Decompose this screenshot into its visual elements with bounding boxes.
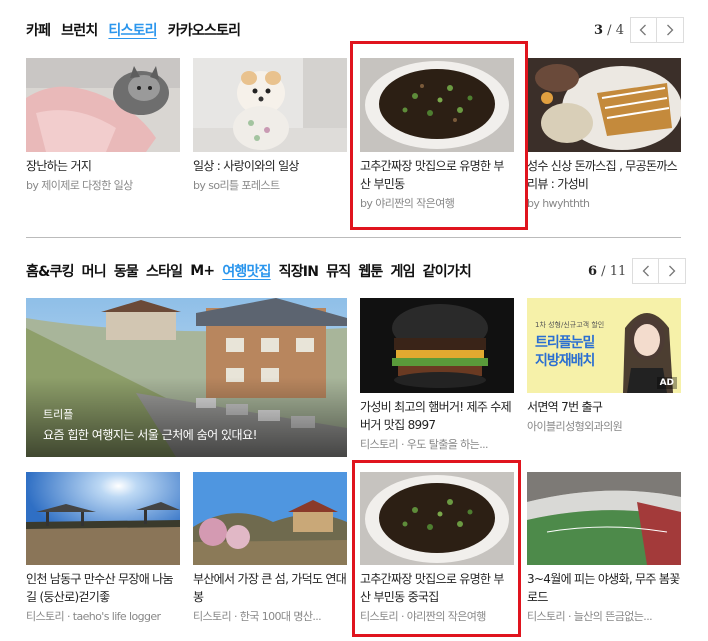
section1-tabs: 카페 브런치 티스토리 카카오스토리 <box>26 20 251 40</box>
chevron-right-icon <box>669 265 676 277</box>
card-source: 아이블리성형외과의원 <box>527 420 623 433</box>
ad-top-text: 1차 성형/신규고객 할인 <box>535 321 605 329</box>
next-page-button[interactable] <box>659 258 687 284</box>
card-source: by hwyhthth <box>527 197 590 210</box>
tab-together[interactable]: 같이가치 <box>423 261 472 281</box>
ad-card[interactable]: 1차 성형/신규고객 할인 트리플눈밑 지방재배치 AD 서면역 7번 출구 아… <box>527 298 681 435</box>
tab-home-cooking[interactable]: 홈&쿠킹 <box>26 261 74 281</box>
card-title: 3~4월에 피는 야생화, 무주 봄꽃 로드 <box>527 572 680 604</box>
cat-photo <box>26 58 180 152</box>
prev-page-button[interactable] <box>632 258 660 284</box>
page-indicator: 3 / 4 <box>594 22 624 38</box>
ad-subline: 지방재배치 <box>535 353 595 369</box>
chevron-left-icon <box>642 265 649 277</box>
story-card[interactable]: 장난하는 거지 by 제이제로 다정한 일상 <box>26 58 180 194</box>
story-card[interactable]: 3~4월에 피는 야생화, 무주 봄꽃 로드 티스토리 · 늘산의 뜬금없는..… <box>527 472 681 625</box>
mountain-photo <box>193 472 347 565</box>
card-source: 티스토리 · 늘산의 뜬금없는... <box>527 610 653 623</box>
burger-photo <box>360 298 514 393</box>
tab-work-in[interactable]: 직장IN <box>279 261 319 281</box>
tab-money[interactable]: 머니 <box>82 261 107 281</box>
story-card[interactable]: 고추간짜장 맛집으로 유명한 부산 부민동 중국집 티스토리 · 야리짠의 작은… <box>360 472 514 625</box>
card-title: 일상 : 사랑이와의 일상 <box>193 159 299 173</box>
tab-travel-food[interactable]: 여행맛집 <box>222 261 271 281</box>
tab-tistory[interactable]: 티스토리 <box>108 20 157 40</box>
featured-category: 트리플 <box>43 408 74 421</box>
tab-music[interactable]: 뮤직 <box>326 261 351 281</box>
card-title: 인천 남동구 만수산 무장애 나눔길 (둥산로)걷기좋 <box>26 572 174 604</box>
prev-page-button[interactable] <box>629 17 657 43</box>
park-photo <box>26 472 180 565</box>
tab-animal[interactable]: 동물 <box>114 261 139 281</box>
tab-webtoon[interactable]: 웹툰 <box>358 261 383 281</box>
next-page-button[interactable] <box>656 17 684 43</box>
card-title: 부산에서 가장 큰 섬, 가덕도 연대봉 <box>193 572 347 604</box>
ad-banner: 1차 성형/신규고객 할인 트리플눈밑 지방재배치 AD <box>527 298 681 393</box>
page-indicator: 6 / 11 <box>588 263 627 279</box>
tab-brunch[interactable]: 브런치 <box>61 20 98 40</box>
tab-game[interactable]: 게임 <box>390 261 415 281</box>
card-title: 가성비 최고의 햄버거! 제주 수제버거 맛집 8997 <box>360 400 512 432</box>
card-source: 티스토리 · 한국 100대 명산... <box>193 610 322 623</box>
card-source: by 야리짠의 작은여행 <box>360 197 455 210</box>
jjajang-photo <box>360 58 514 152</box>
jjajang-photo <box>360 472 514 565</box>
card-title: 성수 신상 돈까스집 , 무공돈까스 리뷰 : 가성비 <box>527 159 678 191</box>
section1-pager: 3 / 4 <box>594 17 684 43</box>
dog-photo <box>193 58 347 152</box>
tab-cafe[interactable]: 카페 <box>26 20 51 40</box>
story-card[interactable]: 인천 남동구 만수산 무장애 나눔길 (둥산로)걷기좋 티스토리 · taeho… <box>26 472 180 625</box>
stadium-photo <box>527 472 681 565</box>
section2-pager: 6 / 11 <box>588 258 687 284</box>
tonkatsu-photo <box>527 58 681 152</box>
card-title: 고추간짜장 맛집으로 유명한 부산 부민동 <box>360 159 504 191</box>
card-title: 고추간짜장 맛집으로 유명한 부산 부민동 중국집 <box>360 572 504 604</box>
tab-mplus[interactable]: M+ <box>190 263 215 279</box>
story-card[interactable]: 성수 신상 돈까스집 , 무공돈까스 리뷰 : 가성비 by hwyhthth <box>527 58 681 212</box>
chevron-left-icon <box>640 24 647 36</box>
ad-headline: 트리플눈밑 <box>535 335 595 351</box>
card-source: 티스토리 · 우도 탈출을 하는... <box>360 438 489 451</box>
story-card[interactable]: 일상 : 사랑이와의 일상 by so리틀 포레스트 <box>193 58 347 194</box>
featured-title: 요즘 힙한 여행지는 서울 근처에 숨어 있대요! <box>43 428 257 442</box>
card-source: by so리틀 포레스트 <box>193 179 280 192</box>
ad-badge: AD <box>656 377 677 389</box>
section2-tabs: 홈&쿠킹 머니 동물 스타일 M+ 여행맛집 직장IN 뮤직 웹툰 게임 같이가… <box>26 261 479 281</box>
card-source: by 제이제로 다정한 일상 <box>26 179 133 192</box>
tab-kakaostory[interactable]: 카카오스토리 <box>168 20 241 40</box>
card-title: 서면역 7번 출구 <box>527 400 603 414</box>
card-source: 티스토리 · taeho's life logger <box>26 610 161 623</box>
story-card[interactable]: 가성비 최고의 햄버거! 제주 수제버거 맛집 8997 티스토리 · 우도 탈… <box>360 298 514 453</box>
section-divider <box>26 237 681 238</box>
featured-card[interactable]: 트리플 요즘 힙한 여행지는 서울 근처에 숨어 있대요! <box>26 298 347 457</box>
chevron-right-icon <box>667 24 674 36</box>
card-source: 티스토리 · 야리짠의 작은여행 <box>360 610 486 623</box>
story-card[interactable]: 부산에서 가장 큰 섬, 가덕도 연대봉 티스토리 · 한국 100대 명산..… <box>193 472 347 625</box>
story-card[interactable]: 고추간짜장 맛집으로 유명한 부산 부민동 by 야리짠의 작은여행 <box>360 58 514 212</box>
card-title: 장난하는 거지 <box>26 159 92 173</box>
tab-style[interactable]: 스타일 <box>146 261 183 281</box>
